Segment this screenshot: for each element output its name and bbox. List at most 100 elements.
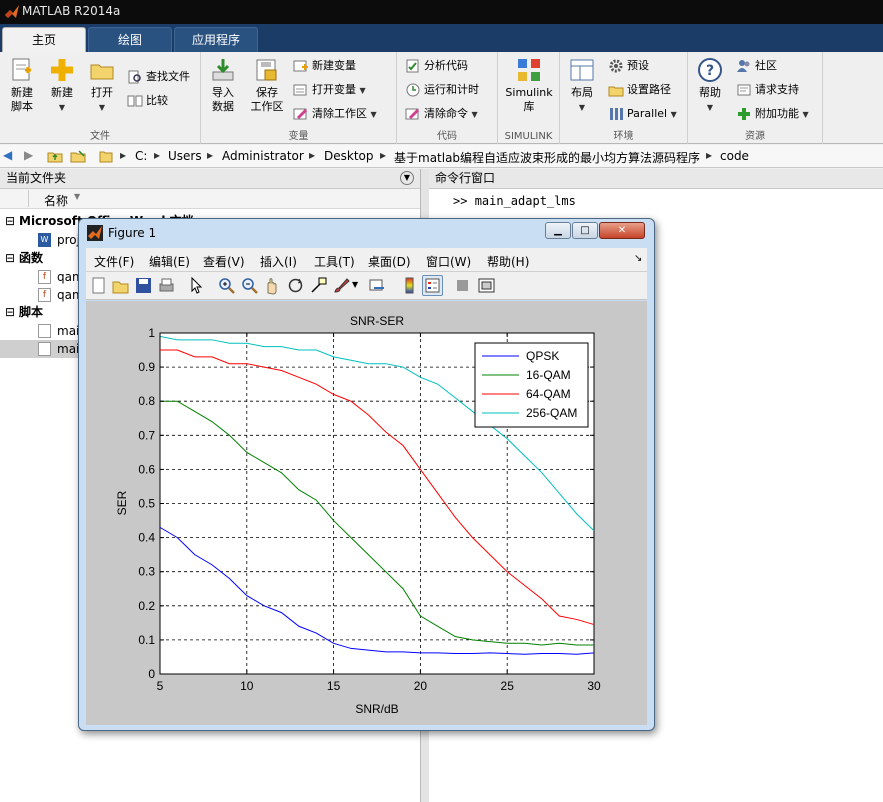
find-files-icon — [128, 70, 141, 84]
figure-canvas[interactable]: 5 10 15 20 25 30 0 0.1 0.2 0.3 0.4 0.5 0.6 0.7 0.8 0.9 1… — [86, 301, 647, 725]
run-and-time-button[interactable]: 运行和计时 — [405, 80, 479, 100]
pan-hand-icon[interactable] — [263, 276, 282, 295]
analyze-code-button[interactable]: 分析代码 — [405, 56, 468, 76]
path-segment[interactable]: C: — [135, 149, 147, 163]
community-button[interactable]: 社区 — [736, 56, 777, 76]
clear-workspace-button[interactable]: 清除工作区 ▼ — [293, 104, 377, 124]
path-segment[interactable]: Desktop — [324, 149, 374, 163]
figure-toolbar: ▼ — [86, 272, 647, 300]
link-plot-icon[interactable] — [368, 276, 387, 295]
save-figure-icon[interactable] — [134, 276, 153, 295]
tab-apps[interactable]: 应用程序 — [174, 27, 258, 52]
open-file-icon[interactable] — [111, 276, 130, 295]
function-file-icon: f — [38, 270, 51, 284]
open-variable-button[interactable]: 打开变量 ▼ — [293, 80, 366, 100]
up-folder-icon[interactable] — [47, 148, 63, 164]
y-tick-label: 0.5 — [138, 497, 155, 511]
ribbon-tab-bar: 主页 绘图 应用程序 — [0, 24, 883, 52]
show-plot-tools-icon[interactable] — [477, 276, 496, 295]
x-tick-label: 5 — [157, 679, 164, 693]
new-button[interactable]: 新建 ▼ — [44, 56, 80, 115]
forward-icon[interactable]: ▶ — [24, 148, 33, 162]
data-cursor-icon[interactable] — [309, 276, 328, 295]
new-figure-icon[interactable] — [89, 276, 108, 295]
legend-toggle-button[interactable] — [422, 275, 443, 296]
collapse-icon[interactable]: ⊟ — [5, 303, 15, 321]
zoom-out-icon[interactable] — [240, 276, 259, 295]
dock-arrow-icon[interactable]: ↘ — [634, 253, 642, 264]
x-tick-label: 30 — [587, 679, 601, 693]
ribbon: 新建 脚本 新建 ▼ 打开 ▼ 查找文件 比较 文件 导入 数据 保存 工作区 … — [0, 52, 883, 144]
menu-window[interactable]: 窗口(W) — [426, 253, 471, 270]
figure-window[interactable]: Figure 1 ▁ □ ✕ 文件(F) 编辑(E) 查看(V) 插入(I) 工… — [78, 218, 655, 731]
path-separator: ▸ — [706, 148, 713, 162]
insert-colorbar-icon[interactable] — [400, 276, 419, 295]
menu-tools[interactable]: 工具(T) — [314, 253, 355, 270]
menu-view[interactable]: 查看(V) — [203, 253, 245, 270]
import-data-button[interactable]: 导入 数据 — [205, 56, 241, 114]
clear-commands-icon — [405, 108, 420, 120]
back-icon[interactable]: ◀ — [3, 148, 12, 162]
run-and-time-icon — [406, 83, 420, 97]
edit-plot-arrow-icon[interactable] — [187, 276, 206, 295]
rotate-3d-icon[interactable] — [286, 276, 305, 295]
brush-icon[interactable] — [332, 276, 351, 295]
command-prompt: >> — [453, 194, 468, 208]
maximize-button[interactable]: □ — [572, 222, 598, 239]
resources-group: ? 帮助 ▼ 社区 请求支持 附加功能 ▼ 资源 — [688, 52, 823, 144]
code-group-label: 代码 — [437, 131, 457, 142]
print-figure-icon[interactable] — [157, 276, 176, 295]
name-column-header[interactable]: 名称 — [44, 192, 68, 209]
save-workspace-button[interactable]: 保存 工作区 — [247, 56, 287, 114]
panel-actions-icon[interactable]: ▼ — [400, 171, 414, 185]
snr-ser-chart[interactable]: 5 10 15 20 25 30 0 0.1 0.2 0.3 0.4 0.5 0.6 0.7 0.8 0.9 1… — [86, 301, 647, 725]
path-segment[interactable]: Users — [168, 149, 202, 163]
new-variable-icon — [293, 60, 308, 72]
group-title-scripts: 脚本 — [19, 305, 44, 319]
menu-insert[interactable]: 插入(I) — [260, 253, 297, 270]
set-path-button[interactable]: 设置路径 — [608, 80, 671, 100]
y-tick-label: 0 — [148, 667, 155, 681]
help-button[interactable]: ? 帮助 ▼ — [692, 56, 728, 115]
resources-group-label: 资源 — [745, 131, 765, 142]
path-segment[interactable]: Administrator — [222, 149, 304, 163]
close-button[interactable]: ✕ — [599, 222, 645, 239]
request-support-button[interactable]: 请求支持 — [736, 80, 799, 100]
menu-edit[interactable]: 编辑(E) — [149, 253, 190, 270]
menu-desktop[interactable]: 桌面(D) — [368, 253, 411, 270]
path-segment[interactable]: code — [720, 149, 749, 163]
layout-button[interactable]: 布局 ▼ — [564, 56, 600, 115]
parallel-button[interactable]: Parallel ▼ — [608, 104, 677, 124]
preferences-button[interactable]: 预设 — [608, 56, 649, 76]
clear-commands-button[interactable]: 清除命令 ▼ — [405, 104, 478, 124]
collapse-icon[interactable]: ⊟ — [5, 249, 15, 267]
find-files-button[interactable]: 查找文件 — [127, 67, 190, 87]
minimize-button[interactable]: ▁ — [545, 222, 571, 239]
tab-home[interactable]: 主页 — [2, 27, 86, 52]
legend[interactable]: QPSK 16-QAM 64-QAM 256-QAM — [474, 342, 589, 428]
variable-group-label: 变量 — [288, 131, 309, 142]
figure-title-bar[interactable]: Figure 1 ▁ □ ✕ — [79, 219, 654, 247]
menu-help[interactable]: 帮助(H) — [487, 253, 529, 270]
simulink-group: Simulink 库 SIMULINK — [498, 52, 560, 144]
request-support-icon — [737, 84, 751, 96]
folder-open-icon — [90, 64, 114, 80]
command-line[interactable]: >> main_adapt_lms — [453, 194, 576, 208]
browse-folder-icon[interactable] — [70, 148, 86, 164]
brush-dropdown-icon[interactable]: ▼ — [352, 280, 358, 289]
hide-plot-tools-icon[interactable] — [453, 276, 472, 295]
word-document-icon: W — [38, 233, 51, 247]
menu-file[interactable]: 文件(F) — [94, 253, 134, 270]
new-variable-button[interactable]: 新建变量 — [293, 56, 356, 76]
simulink-group-label: SIMULINK — [504, 131, 553, 142]
compare-button[interactable]: 比较 — [127, 91, 168, 111]
tab-plots[interactable]: 绘图 — [88, 27, 172, 52]
new-script-button[interactable]: 新建 脚本 — [4, 56, 40, 114]
zoom-in-icon[interactable] — [217, 276, 236, 295]
add-ons-button[interactable]: 附加功能 ▼ — [736, 104, 809, 124]
open-button[interactable]: 打开 ▼ — [84, 56, 120, 115]
collapse-icon[interactable]: ⊟ — [5, 212, 15, 230]
simulink-library-button[interactable]: Simulink 库 — [502, 56, 556, 114]
help-icon: ? — [698, 58, 722, 82]
path-segment[interactable]: 基于matlab编程自适应波束形成的最小均方算法源码程序 — [394, 149, 700, 166]
